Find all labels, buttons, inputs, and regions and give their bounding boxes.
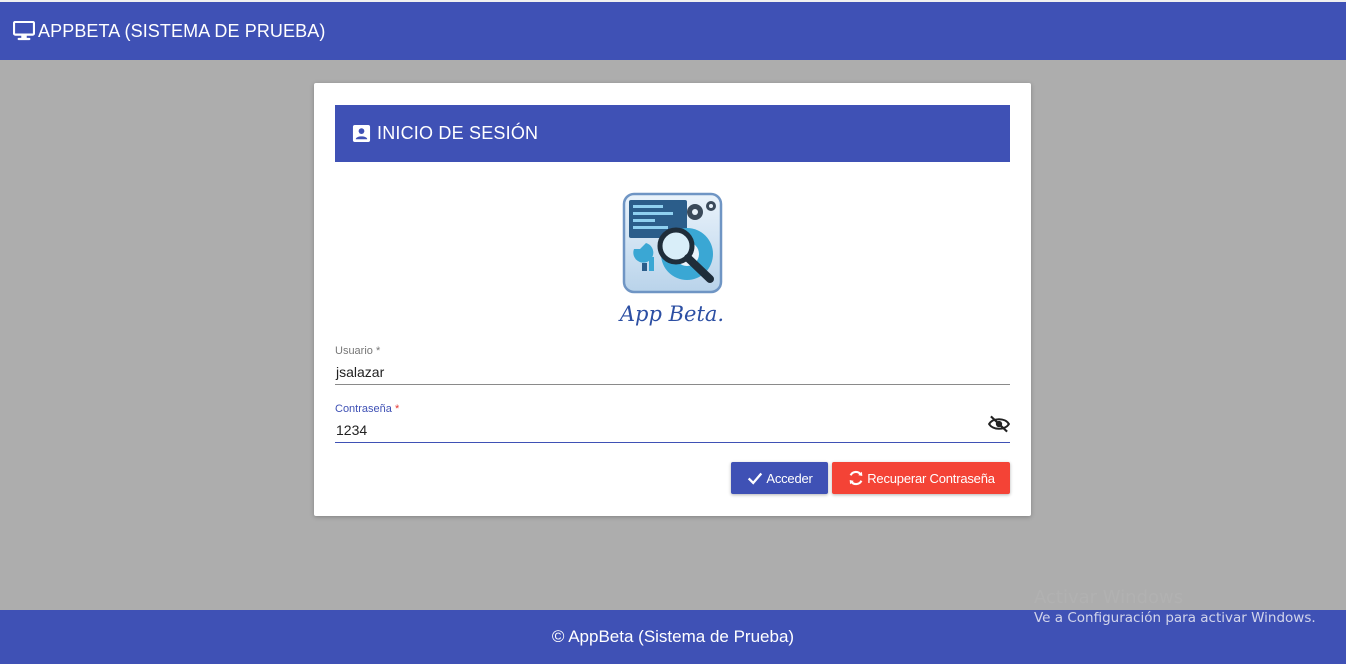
password-label: Contraseña * [335, 403, 400, 415]
watermark-subtitle: Ve a Configuración para activar Windows. [1034, 610, 1316, 626]
recover-button-label: Recuperar Contraseña [867, 470, 995, 486]
login-card-header: INICIO DE SESIÓN [335, 105, 1010, 162]
desktop-monitor-icon [13, 21, 35, 41]
refresh-icon [847, 469, 865, 487]
login-title: INICIO DE SESIÓN [377, 123, 539, 143]
login-button[interactable]: Acceder [731, 462, 828, 494]
password-input[interactable]: 1234 [335, 417, 1010, 443]
username-field[interactable]: Usuario * jsalazar [335, 345, 1010, 385]
app-title: APPBETA (SISTEMA DE PRUEBA) [38, 20, 326, 41]
appbeta-logo: App Beta. [618, 191, 728, 326]
logo-wordmark: App Beta. [618, 302, 724, 326]
footer-text: © AppBeta (Sistema de Prueba) [551, 627, 795, 646]
login-card: INICIO DE SESIÓN App Beta. Usuario * jsa… [314, 83, 1031, 516]
watermark-title: Activar Windows [1034, 587, 1184, 608]
username-input[interactable]: jsalazar [335, 359, 1010, 385]
windows-activation-watermark: Activar Windows Ve a Configuración para … [1034, 587, 1316, 626]
contact-card-icon [352, 124, 371, 143]
recover-password-button[interactable]: Recuperar Contraseña [832, 462, 1010, 494]
password-field[interactable]: Contraseña * 1234 [335, 403, 1011, 443]
login-button-label: Acceder [766, 470, 813, 486]
check-icon [746, 469, 764, 487]
eye-off-icon[interactable] [987, 415, 1011, 433]
username-label: Usuario * [335, 345, 381, 357]
top-app-bar: APPBETA (SISTEMA DE PRUEBA) [0, 0, 1346, 60]
